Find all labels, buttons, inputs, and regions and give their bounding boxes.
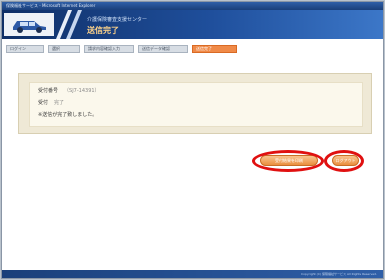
receipt-number-label: 受付番号	[38, 88, 59, 94]
system-name: 介護保険審査支援センター	[87, 17, 148, 23]
site-header: 介護保険審査支援センター 送信完了	[2, 10, 383, 39]
footer: Copyright (C) 保険福祉サービス All Rights Reserv…	[2, 270, 383, 278]
receipt-number-row: 受付番号 （SJ7-14391）	[38, 87, 100, 94]
completion-message: ※送信が完了致しました。	[38, 112, 98, 118]
header-slash-decoration-icon	[56, 10, 82, 39]
step-tabs: ログイン 選択 請求内容確認入力 送信データ確認 送信完了	[6, 45, 380, 53]
tab-login[interactable]: ログイン	[6, 45, 44, 53]
tab-claim-input[interactable]: 請求内容確認入力	[84, 45, 134, 53]
result-box: 受付番号 （SJ7-14391） 受付 完了 ※送信が完了致しました。	[29, 82, 363, 127]
receipt-status-value: 完了	[54, 100, 65, 106]
logout-button[interactable]: ログアウト	[332, 155, 359, 166]
receipt-number-value: （SJ7-14391）	[64, 88, 100, 94]
print-result-button[interactable]: 受付結果を印刷	[260, 155, 318, 166]
car-logo-icon	[4, 13, 54, 36]
browser-window: 保険福祉サービス - Microsoft Internet Explorer 介…	[1, 1, 384, 279]
receipt-status-label: 受付	[38, 100, 49, 106]
result-panel: 受付番号 （SJ7-14391） 受付 完了 ※送信が完了致しました。	[18, 73, 372, 134]
tab-select[interactable]: 選択	[48, 45, 80, 53]
tab-send-complete[interactable]: 送信完了	[192, 45, 237, 53]
tab-send-confirm[interactable]: 送信データ確認	[138, 45, 188, 53]
window-titlebar: 保険福祉サービス - Microsoft Internet Explorer	[2, 2, 383, 10]
page-title: 送信完了	[87, 26, 119, 35]
receipt-status-row: 受付 完了	[38, 99, 64, 106]
